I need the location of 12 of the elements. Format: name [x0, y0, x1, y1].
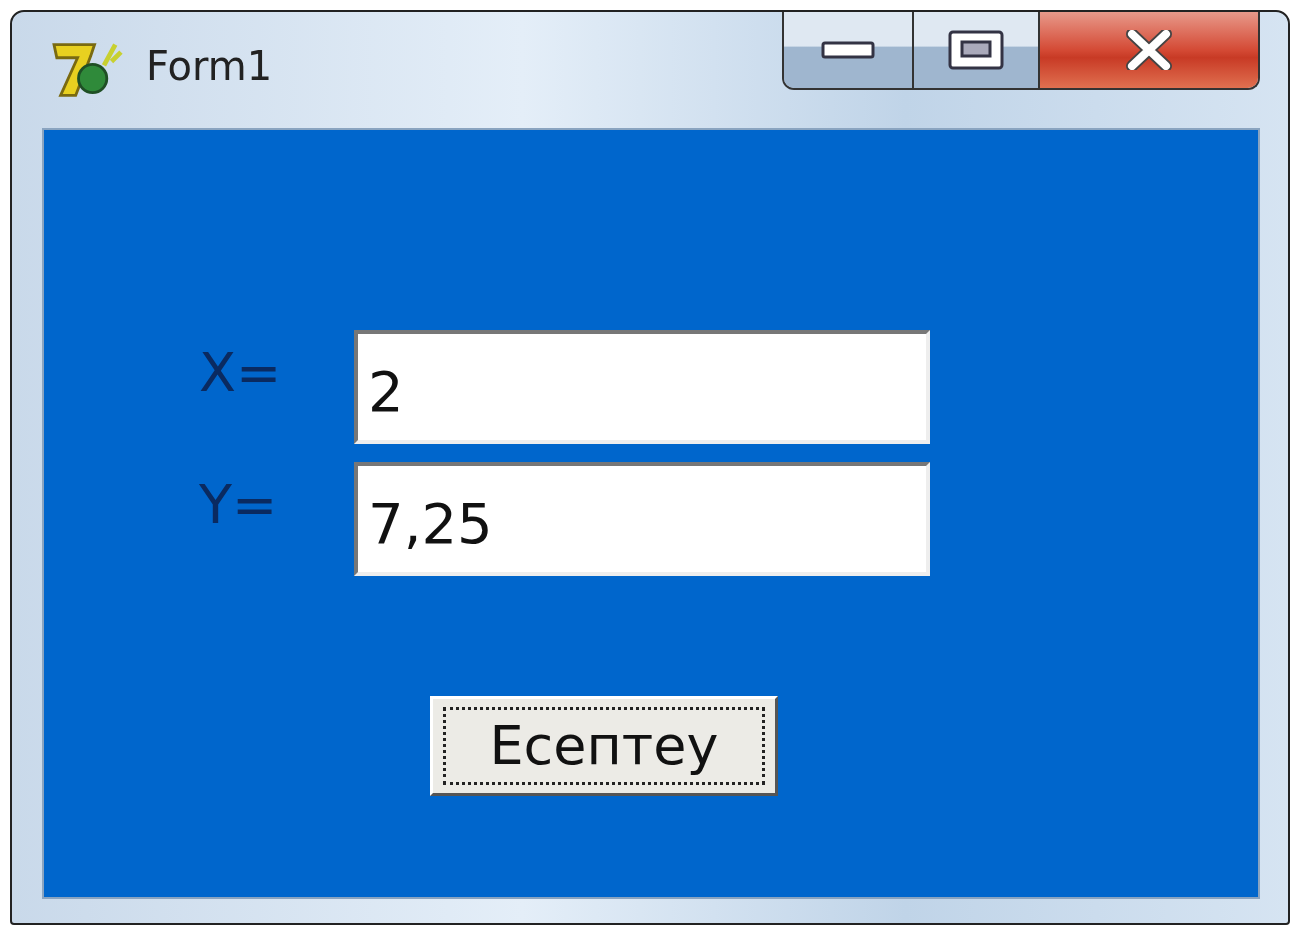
minimize-button[interactable]: [784, 12, 914, 88]
maximize-button[interactable]: [914, 12, 1040, 88]
close-button[interactable]: [1040, 12, 1258, 88]
window-title: Form1: [146, 43, 273, 89]
field-label: X=: [199, 340, 283, 404]
input-field[interactable]: 7,25: [354, 462, 930, 576]
field-label: Y=: [199, 472, 279, 536]
minimize-icon: [821, 40, 875, 60]
input-field[interactable]: 2: [354, 330, 930, 444]
close-icon: [1126, 30, 1172, 70]
maximize-icon: [948, 30, 1004, 70]
calculate-button[interactable]: Есептеу: [430, 696, 778, 796]
